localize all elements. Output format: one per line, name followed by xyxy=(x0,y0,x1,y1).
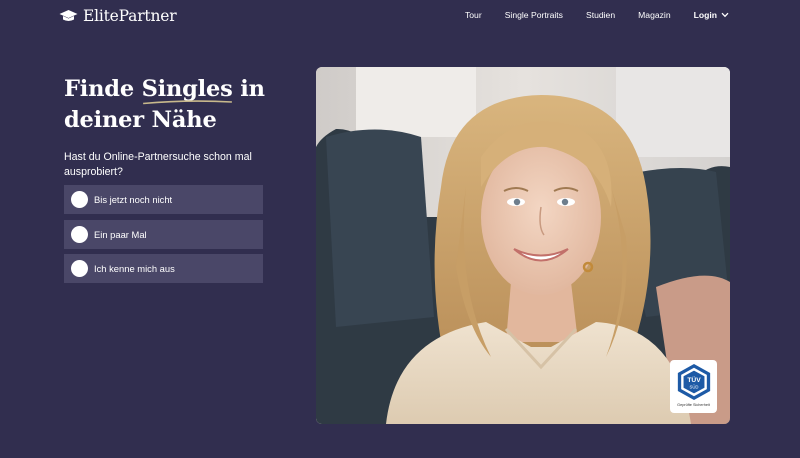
option-label: Ich kenne mich aus xyxy=(94,263,175,274)
tuv-seal-icon: TÜV SÜD xyxy=(677,363,710,401)
nav-item-single-portraits[interactable]: Single Portraits xyxy=(505,10,563,20)
survey-options: Bis jetzt noch nicht Ein paar Mal Ich ke… xyxy=(64,185,263,289)
woman-portrait-image xyxy=(316,67,730,424)
headline-part1: Finde xyxy=(64,76,142,102)
login-label: Login xyxy=(693,10,717,20)
highlight-underline xyxy=(142,99,232,104)
tuv-caption: Geprüfte Sicherheit xyxy=(677,403,710,407)
brand-logo[interactable]: ElitePartner xyxy=(59,6,177,26)
main-nav: Tour Single Portraits Studien Magazin Lo… xyxy=(465,10,729,20)
radio-button[interactable] xyxy=(71,225,88,243)
hero-headline: Finde Singles in deiner Nähe xyxy=(64,74,294,135)
option-label: Bis jetzt noch nicht xyxy=(94,194,173,205)
brand-name: ElitePartner xyxy=(83,7,177,25)
nav-item-tour[interactable]: Tour xyxy=(465,10,482,20)
option-experienced[interactable]: Ich kenne mich aus xyxy=(64,254,263,283)
radio-button[interactable] xyxy=(71,191,88,208)
tuv-mark-text: TÜV xyxy=(687,375,701,384)
option-not-yet[interactable]: Bis jetzt noch nicht xyxy=(64,185,263,214)
chevron-down-icon xyxy=(721,12,729,18)
survey-question: Hast du Online-Partnersuche schon mal au… xyxy=(64,151,252,178)
site-header: ElitePartner Tour Single Portraits Studi… xyxy=(0,0,800,34)
nav-item-magazin[interactable]: Magazin xyxy=(638,10,670,20)
graduation-cap-icon xyxy=(59,9,78,23)
option-label: Ein paar Mal xyxy=(94,228,147,240)
hero-photo xyxy=(316,67,730,424)
radio-button[interactable] xyxy=(71,260,88,277)
tuv-code-text: SÜD xyxy=(689,385,698,390)
headline-highlight: Singles xyxy=(142,74,233,105)
nav-item-studien[interactable]: Studien xyxy=(586,10,615,20)
option-a-few-times[interactable]: Ein paar Mal xyxy=(64,219,263,249)
tuv-certification-badge[interactable]: TÜV SÜD Geprüfte Sicherheit xyxy=(670,360,717,413)
login-button[interactable]: Login xyxy=(694,10,729,20)
